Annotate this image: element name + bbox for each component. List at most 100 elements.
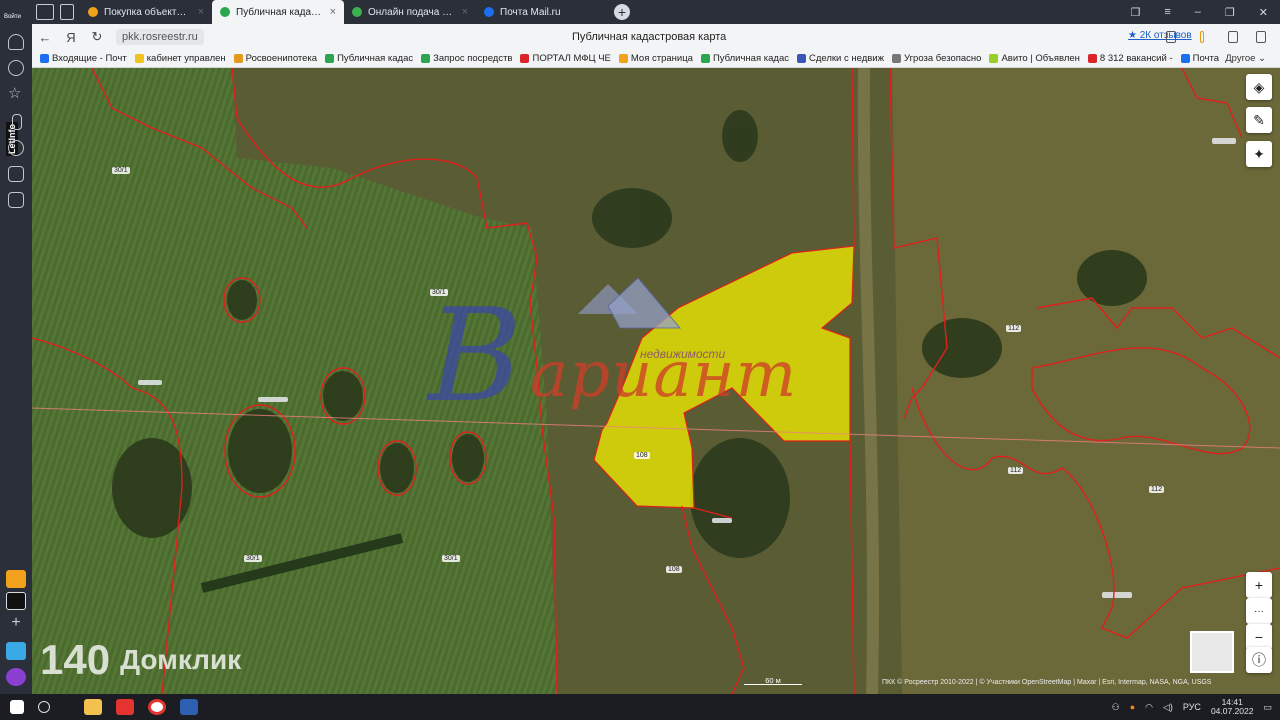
extension-icon[interactable] (1200, 31, 1204, 43)
bookmark-favicon (520, 54, 530, 63)
info-button[interactable]: ⓘ (1246, 647, 1272, 673)
screenshot-icon[interactable] (8, 192, 24, 208)
yandex-app-icon[interactable] (116, 699, 134, 715)
bookmark-icon[interactable] (1166, 31, 1176, 43)
basemap-switcher[interactable] (1190, 631, 1234, 673)
bookmark-item[interactable]: кабинет управлен (134, 53, 226, 64)
zoom-in-button[interactable]: + (1246, 572, 1272, 598)
system-tray: ⚇ ● ◠ ◁) РУС 14:41 04.07.2022 ▭ (1112, 697, 1280, 717)
star-icon[interactable]: ☆ (8, 86, 24, 102)
layers-button[interactable]: ◈ (1246, 74, 1272, 100)
app-icon-word[interactable] (180, 699, 198, 715)
login-label[interactable]: Войти (4, 14, 21, 20)
reviews-link[interactable]: ★ 2К отзывов (1128, 30, 1192, 41)
add-app-icon[interactable]: + (6, 614, 26, 632)
tabs-overview-icon[interactable]: ❐ (1130, 6, 1140, 19)
minimize-button[interactable]: – (1195, 6, 1201, 19)
bookmark-item[interactable]: Моя страница (618, 53, 693, 64)
locate-button[interactable]: ✦ (1246, 141, 1272, 167)
bookmark-item[interactable]: Угроза безопасно (891, 53, 981, 64)
wifi-icon[interactable]: ◠ (1145, 702, 1153, 713)
page-title: Публичная кадастровая карта (572, 31, 727, 43)
bookmark-favicon (891, 54, 901, 63)
back-arrow-icon[interactable]: ← (32, 30, 58, 45)
bookmark-favicon (989, 54, 999, 63)
bookmark-item[interactable]: Публичная кадас (325, 53, 413, 64)
bookmark-item[interactable]: Росвоенипотека (233, 53, 318, 64)
bookmark-item[interactable]: Публичная кадас (700, 53, 789, 64)
tab-label: Почта Mail.ru (500, 6, 561, 18)
bookmark-item[interactable]: Сделки с недвиж (796, 53, 884, 64)
watermark-site-name: Домклик (120, 644, 242, 675)
yandex-browser-icon[interactable] (148, 699, 166, 715)
download-icon[interactable] (1256, 31, 1266, 43)
app-icon-purple[interactable] (6, 668, 26, 686)
new-tab-button[interactable]: + (614, 4, 630, 20)
language-indicator[interactable]: РУС (1183, 702, 1201, 712)
maximize-button[interactable]: ❐ (1225, 6, 1235, 19)
bookmark-item[interactable]: Авито | Объявлен (989, 53, 1080, 64)
clock-date: 04.07.2022 (1210, 706, 1254, 716)
tray-app-icon[interactable]: ● (1130, 702, 1135, 712)
home-icon[interactable] (36, 4, 54, 20)
yandex-icon[interactable]: Я (58, 30, 84, 45)
windows-start-icon[interactable] (10, 700, 24, 714)
browser-sidebar: ☆ LetInfo + (0, 24, 32, 696)
notes-icon[interactable] (12, 114, 22, 130)
notifications-icon[interactable]: ▭ (1263, 702, 1272, 713)
mail-app-icon[interactable] (6, 570, 26, 588)
clock[interactable]: 14:41 04.07.2022 (1210, 697, 1254, 717)
parcel-label[interactable]: 112 (1006, 325, 1022, 332)
tab-favicon (352, 7, 362, 17)
search-icon[interactable] (38, 701, 50, 713)
bookmark-item[interactable]: ПОРТАЛ МФЦ ЧЕ (520, 53, 611, 64)
bookmark-label: кабинет управлен (146, 53, 226, 64)
bookmark-label: ПОРТАЛ МФЦ ЧЕ (532, 53, 611, 64)
reload-icon[interactable]: ↻ (84, 29, 110, 45)
history-icon[interactable] (8, 60, 24, 76)
bookmark-item[interactable]: Почта (1180, 53, 1219, 64)
parcel-label[interactable]: 30/1 (244, 555, 262, 562)
other-bookmarks-button[interactable]: Другое ⌄ (1225, 53, 1266, 64)
tab-3[interactable]: Онлайн подача заявки н × (344, 0, 476, 24)
tab-4[interactable]: Почта Mail.ru (476, 0, 608, 24)
explorer-icon[interactable] (84, 699, 102, 715)
close-icon[interactable]: × (462, 6, 468, 18)
person-icon[interactable]: ⚇ (1112, 702, 1120, 713)
url-field[interactable]: pkk.rosreestr.ru (116, 29, 204, 45)
tab-label: Онлайн подача заявки н (368, 6, 456, 18)
cadastral-map[interactable]: 30/1 30/1 30/1 30/1 108 108 112 112 112 … (32, 68, 1280, 694)
ruler-button[interactable]: ✎ (1246, 107, 1272, 133)
play-icon[interactable] (8, 140, 24, 156)
bookmark-item[interactable]: Запрос посредств (421, 53, 512, 64)
alice-app-icon[interactable] (6, 592, 26, 610)
new-folder-icon[interactable] (60, 4, 74, 20)
bookmark-label: Публичная кадас (337, 53, 414, 64)
windows-taskbar: ⚇ ● ◠ ◁) РУС 14:41 04.07.2022 ▭ (0, 694, 1280, 720)
app-icon-blue[interactable] (6, 642, 26, 660)
parcel-label[interactable]: 30/1 (112, 167, 130, 174)
bookmark-label: Публичная кадас (712, 53, 789, 64)
bookmark-item[interactable]: Входящие - Почт (40, 53, 127, 64)
bookmark-favicon (1087, 54, 1097, 63)
bookmark-label: Моя страница (630, 53, 693, 64)
bookmark-label: Росвоенипотека (245, 53, 318, 64)
tab-2-active[interactable]: Публичная кадастровая × (212, 0, 344, 24)
bookmark-item[interactable]: 8 312 вакансий - (1087, 53, 1173, 64)
bell-icon[interactable] (8, 34, 24, 50)
counter-icon[interactable] (8, 166, 24, 182)
parcel-label[interactable]: 30/1 (442, 555, 460, 562)
parcel-label[interactable]: 112 (1149, 486, 1165, 493)
more-button[interactable]: ··· (1246, 598, 1272, 624)
share-icon[interactable] (1228, 31, 1238, 43)
volume-icon[interactable]: ◁) (1163, 702, 1173, 713)
close-icon[interactable]: × (330, 6, 336, 18)
close-window-button[interactable]: ✕ (1259, 6, 1268, 19)
parcel-label[interactable]: 108 (634, 452, 650, 459)
bookmark-favicon (700, 54, 710, 63)
close-icon[interactable]: × (198, 6, 204, 18)
tab-1[interactable]: Покупка объекта недвиж × (80, 0, 212, 24)
parcel-label[interactable]: 108 (666, 566, 682, 573)
menu-icon[interactable]: ≡ (1164, 6, 1170, 19)
parcel-label[interactable]: 112 (1008, 467, 1024, 474)
